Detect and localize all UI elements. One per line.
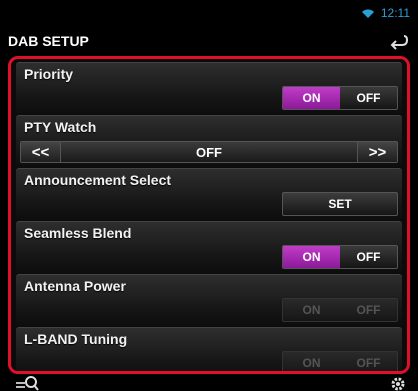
pty-prev-button[interactable]: << <box>21 142 61 162</box>
lband-tuning-row: L-BAND Tuning ON OFF <box>16 327 402 371</box>
priority-label: Priority <box>24 66 74 82</box>
seamless-blend-toggle: ON OFF <box>282 245 398 269</box>
title-bar: DAB SETUP <box>0 28 418 54</box>
pty-watch-value: OFF <box>196 144 222 160</box>
page-title: DAB SETUP <box>8 33 89 49</box>
back-arrow-icon <box>390 35 409 50</box>
status-area: 12:11 <box>361 6 410 20</box>
priority-off-button[interactable]: OFF <box>340 87 397 109</box>
back-button[interactable] <box>384 31 412 51</box>
clock: 12:11 <box>380 6 410 20</box>
search-list-icon <box>16 376 39 391</box>
antenna-power-label: Antenna Power <box>24 278 126 294</box>
announcement-row: Announcement Select SET <box>16 168 402 220</box>
search-list-button[interactable] <box>14 374 40 391</box>
status-bar: 12:11 <box>0 0 418 28</box>
antenna-power-off-button: OFF <box>340 299 397 321</box>
pty-next-button[interactable]: >> <box>357 142 397 162</box>
lband-tuning-off-button: OFF <box>340 352 397 371</box>
settings-panel: Priority ON OFF PTY Watch << OFF >> Anno… <box>8 56 410 374</box>
pty-watch-row: PTY Watch << OFF >> <box>16 115 402 167</box>
antenna-power-toggle: ON OFF <box>282 298 398 322</box>
seamless-blend-off-button[interactable]: OFF <box>340 246 397 268</box>
seamless-blend-on-button[interactable]: ON <box>283 246 340 268</box>
antenna-power-on-button: ON <box>283 299 340 321</box>
pty-watch-label: PTY Watch <box>24 119 97 135</box>
priority-on-button[interactable]: ON <box>283 87 340 109</box>
lband-tuning-toggle: ON OFF <box>282 351 398 371</box>
bottom-bar <box>0 374 418 391</box>
seamless-blend-label: Seamless Blend <box>24 225 132 241</box>
seamless-blend-row: Seamless Blend ON OFF <box>16 221 402 273</box>
antenna-power-row: Antenna Power ON OFF <box>16 274 402 326</box>
priority-toggle: ON OFF <box>282 86 398 110</box>
settings-button[interactable] <box>388 374 408 391</box>
priority-row: Priority ON OFF <box>16 62 402 114</box>
announcement-set-button[interactable]: SET <box>282 192 398 216</box>
lband-tuning-label: L-BAND Tuning <box>24 331 128 347</box>
lband-tuning-on-button: ON <box>283 352 340 371</box>
announcement-label: Announcement Select <box>24 172 172 188</box>
settings-gear-icon <box>391 377 405 391</box>
wifi-icon <box>361 9 374 18</box>
pty-watch-selector: << OFF >> <box>20 141 398 163</box>
